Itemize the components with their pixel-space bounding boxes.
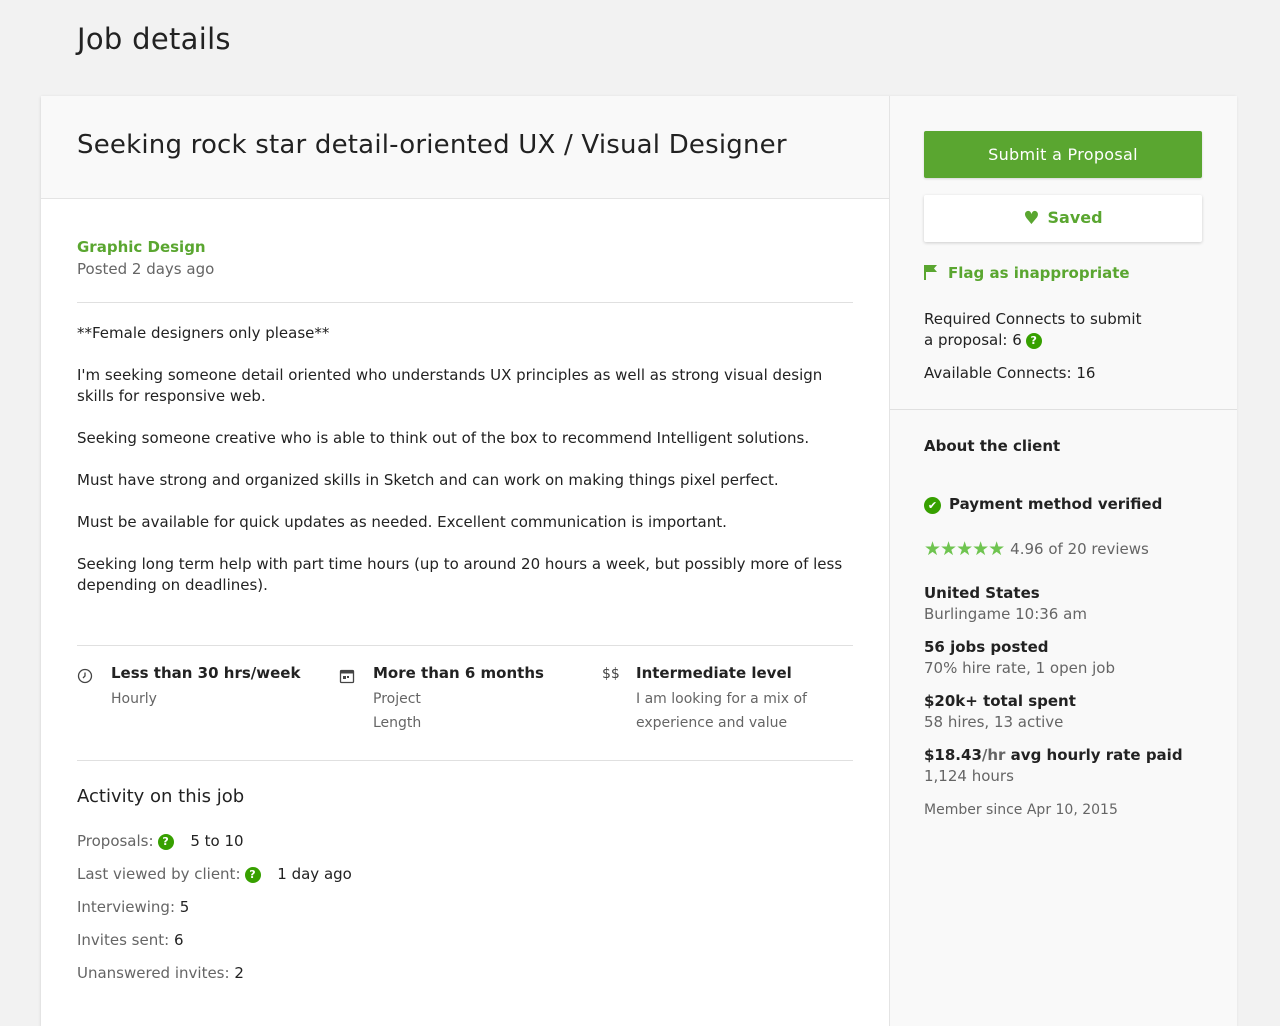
job-main: Seeking rock star detail-oriented UX / V… (41, 96, 889, 1026)
connects-required: Required Connects to submit a proposal: … (924, 309, 1141, 351)
activity-value: 5 (179, 898, 190, 916)
submit-proposal-button[interactable]: Submit a Proposal (924, 131, 1202, 178)
description-paragraph: Seeking someone creative who is able to … (77, 429, 810, 447)
activity-last-viewed: Last viewed by client:? 1 day ago (77, 865, 352, 883)
activity-label: Last viewed by client: (77, 865, 241, 883)
job-features: Less than 30 hrs/week Hourly More than 6… (77, 664, 853, 744)
clock-icon (77, 668, 95, 686)
client-rating: ★★★★★ 4.96 of 20 reviews (924, 538, 1149, 560)
client-avg-rate: $18.43/hr avg hourly rate paid (924, 746, 1183, 764)
feature-subtitle: I am looking for a mix of experience and… (636, 691, 807, 731)
member-since: Member since Apr 10, 2015 (924, 802, 1118, 818)
rate-unit: /hr (981, 746, 1006, 764)
feature-title: More than 6 months (373, 664, 544, 682)
flag-icon (924, 265, 937, 280)
activity-value: 2 (234, 964, 244, 982)
client-country: United States (924, 584, 1040, 602)
check-circle-icon: ✔ (924, 497, 941, 514)
description-paragraph: Must be available for quick updates as n… (77, 513, 727, 531)
client-location: United States Burlingame 10:36 am (924, 584, 1087, 623)
activity-value: 5 to 10 (190, 832, 244, 850)
activity-invites: Invites sent: 6 (77, 931, 183, 949)
heart-icon: ♥ (1023, 208, 1040, 229)
description-paragraph: Must have strong and organized skills in… (77, 471, 779, 489)
client-total-spent: $20k+ total spent (924, 692, 1076, 710)
saved-label: Saved (1047, 208, 1103, 227)
calendar-icon (339, 668, 357, 686)
activity-value: 1 day ago (277, 865, 352, 883)
connects-required-text: Required Connects to submit (924, 310, 1142, 328)
job-description: **Female designers only please** I'm see… (77, 323, 853, 617)
description-paragraph: I'm seeking someone detail oriented who … (77, 366, 823, 405)
divider (77, 760, 853, 761)
connects-required-text: a proposal: 6 (924, 331, 1022, 349)
client-hours: 1,124 hours (924, 767, 1014, 785)
activity-label: Proposals: (77, 832, 154, 850)
rate-suffix: avg hourly rate paid (1005, 746, 1183, 764)
client-jobs-posted: 56 jobs posted (924, 638, 1049, 656)
rate-value: $18.43 (924, 746, 982, 764)
star-rating-icon: ★★★★★ (924, 538, 1005, 560)
client-rate: $18.43/hr avg hourly rate paid 1,124 hou… (924, 746, 1183, 785)
activity-label: Unanswered invites: (77, 964, 230, 982)
feature-subtitle: Project Length (373, 691, 422, 731)
payment-verified-label: Payment method verified (949, 495, 1163, 513)
connects-available: Available Connects: 16 (924, 364, 1096, 382)
flag-inappropriate-link[interactable]: Flag as inappropriate (924, 264, 1130, 282)
description-paragraph: Seeking long term help with part time ho… (77, 555, 843, 594)
help-icon[interactable]: ? (157, 834, 174, 850)
job-sidebar: Submit a Proposal ♥ Saved Flag as inappro… (889, 96, 1237, 1026)
job-card: Seeking rock star detail-oriented UX / V… (41, 96, 1237, 1026)
client-city-time: Burlingame 10:36 am (924, 605, 1087, 623)
client-jobs: 56 jobs posted 70% hire rate, 1 open job (924, 638, 1115, 677)
posted-time: Posted 2 days ago (77, 260, 215, 278)
feature-subtitle: Hourly (111, 691, 157, 707)
activity-unanswered: Unanswered invites: 2 (77, 964, 244, 982)
job-header: Seeking rock star detail-oriented UX / V… (41, 96, 889, 199)
client-hire-rate: 70% hire rate, 1 open job (924, 659, 1116, 677)
dollar-icon: $$ (602, 666, 620, 682)
feature-title: Less than 30 hrs/week (111, 664, 301, 682)
help-icon[interactable]: ? (244, 867, 261, 883)
activity-interviewing: Interviewing: 5 (77, 898, 189, 916)
about-client-title: About the client (924, 437, 1061, 455)
job-title: Seeking rock star detail-oriented UX / V… (77, 130, 787, 160)
payment-verified: ✔ Payment method verified (924, 495, 1162, 514)
help-icon[interactable]: ? (1025, 333, 1042, 349)
flag-label: Flag as inappropriate (948, 264, 1130, 282)
activity-proposals: Proposals:? 5 to 10 (77, 832, 244, 850)
activity-value: 6 (173, 931, 184, 949)
saved-button[interactable]: ♥ Saved (924, 195, 1202, 242)
client-spent: $20k+ total spent 58 hires, 13 active (924, 692, 1076, 731)
client-hires: 58 hires, 13 active (924, 713, 1064, 731)
job-category-link[interactable]: Graphic Design (77, 238, 206, 256)
activity-label: Invites sent: (77, 931, 170, 949)
rating-text: 4.96 of 20 reviews (1010, 540, 1149, 558)
divider (77, 302, 853, 303)
divider (890, 409, 1237, 410)
activity-title: Activity on this job (77, 786, 245, 807)
feature-title: Intermediate level (636, 664, 792, 682)
divider (77, 645, 853, 646)
activity-label: Interviewing: (77, 898, 175, 916)
page-title: Job details (77, 22, 231, 56)
description-paragraph: **Female designers only please** (77, 324, 330, 342)
